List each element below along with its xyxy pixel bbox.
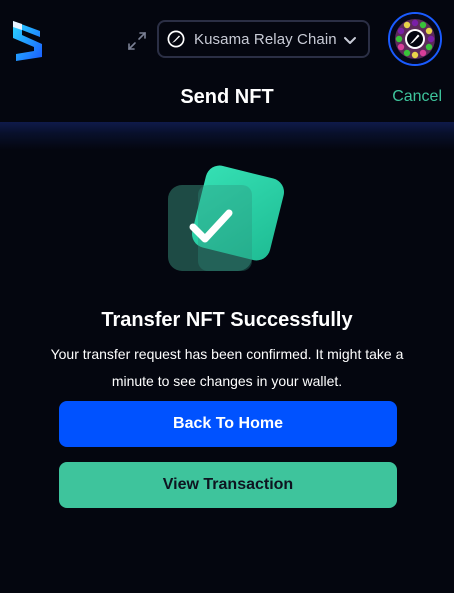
view-transaction-button[interactable]: View Transaction — [59, 462, 397, 508]
result-title: Transfer NFT Successfully — [101, 309, 353, 331]
header-divider-glow — [0, 122, 454, 150]
kusama-network-icon — [167, 30, 185, 48]
page-title: Send NFT — [180, 86, 274, 108]
account-avatar[interactable] — [388, 12, 442, 66]
expand-arrows-icon[interactable] — [124, 28, 150, 54]
network-selector[interactable]: Kusama Relay Chain — [157, 20, 370, 58]
top-bar: Kusama Relay Chain — [0, 0, 454, 78]
back-to-home-button[interactable]: Back To Home — [59, 401, 397, 447]
subwallet-logo-icon[interactable] — [10, 17, 46, 63]
chevron-down-icon — [344, 37, 356, 44]
cancel-button[interactable]: Cancel — [392, 88, 442, 106]
result-message: Your transfer request has been confirmed… — [50, 346, 404, 389]
checkmark-success-icon — [168, 165, 285, 271]
network-label: Kusama Relay Chain — [194, 30, 337, 48]
account-identicon-icon — [390, 14, 440, 64]
page-header: Send NFT Cancel — [0, 78, 454, 124]
